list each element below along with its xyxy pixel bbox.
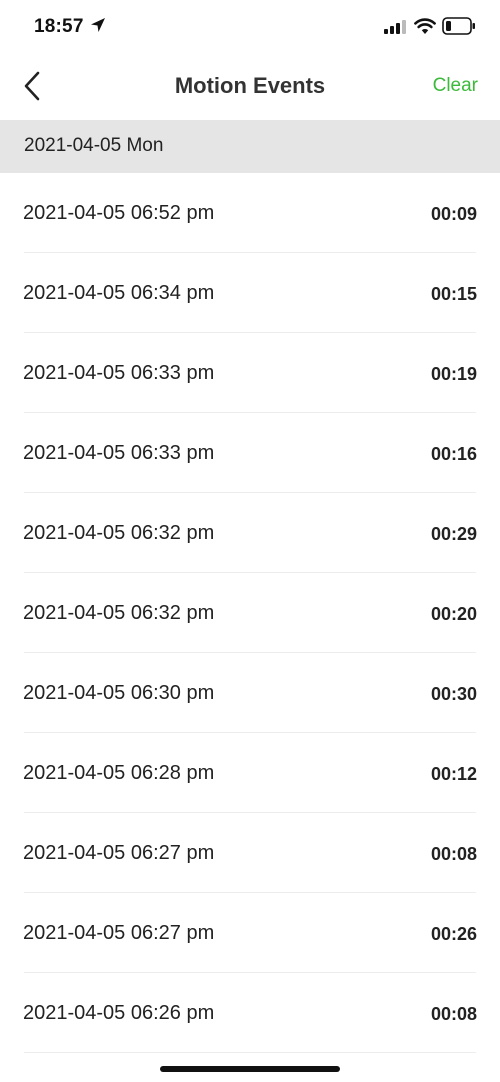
event-row[interactable]: 2021-04-05 06:28 pm 00:12 <box>0 733 500 813</box>
event-duration: 00:30 <box>430 684 477 704</box>
event-row[interactable]: 2021-04-05 06:27 pm 00:26 <box>0 893 500 973</box>
event-duration: 00:09 <box>430 204 477 224</box>
event-duration: 00:20 <box>430 604 477 624</box>
page-title: Motion Events <box>174 73 326 98</box>
event-timestamp: 2021-04-05 06:32 pm <box>23 522 215 544</box>
event-duration: 00:19 <box>430 364 477 384</box>
event-row[interactable]: 2021-04-05 06:33 pm 00:19 <box>0 333 500 413</box>
event-duration: 00:12 <box>430 764 477 784</box>
event-row[interactable]: 2021-04-05 06:32 pm 00:29 <box>0 493 500 573</box>
event-timestamp: 2021-04-05 06:28 pm <box>23 762 215 784</box>
event-duration: 00:15 <box>430 284 477 304</box>
event-timestamp: 2021-04-05 06:33 pm <box>23 442 215 464</box>
event-row[interactable]: 2021-04-05 06:52 pm 00:09 <box>0 173 500 253</box>
event-row[interactable]: 2021-04-05 06:27 pm 00:08 <box>0 813 500 893</box>
event-duration: 00:08 <box>430 1004 477 1024</box>
event-duration: 00:08 <box>430 844 477 864</box>
event-timestamp: 2021-04-05 06:30 pm <box>23 682 215 704</box>
event-row[interactable]: 2021-04-05 06:32 pm 00:20 <box>0 573 500 653</box>
event-timestamp: 2021-04-05 06:33 pm <box>23 362 215 384</box>
event-timestamp: 2021-04-05 06:26 pm <box>23 1002 215 1024</box>
date-section-header: 2021-04-05 Mon <box>0 120 500 173</box>
status-bar: 18:57 <box>0 0 500 56</box>
event-timestamp: 2021-04-05 06:34 pm <box>23 282 215 304</box>
motion-event-list: 2021-04-05 06:52 pm 00:09 2021-04-05 06:34… <box>0 173 500 1053</box>
event-row[interactable]: 2021-04-05 06:26 pm 00:08 <box>0 973 500 1053</box>
cellular-signal-icon <box>384 20 406 34</box>
wifi-icon <box>414 18 436 34</box>
event-duration: 00:16 <box>430 444 477 464</box>
battery-icon <box>442 17 475 35</box>
section-date-label: 2021-04-05 Mon <box>24 135 164 156</box>
location-arrow-icon <box>91 18 105 32</box>
event-row[interactable]: 2021-04-05 06:34 pm 00:15 <box>0 253 500 333</box>
event-timestamp: 2021-04-05 06:27 pm <box>23 842 215 864</box>
event-timestamp: 2021-04-05 06:52 pm <box>23 202 215 224</box>
event-duration: 00:26 <box>430 924 477 944</box>
event-timestamp: 2021-04-05 06:27 pm <box>23 922 215 944</box>
status-time: 18:57 <box>34 16 84 37</box>
event-row[interactable]: 2021-04-05 06:33 pm 00:16 <box>0 413 500 493</box>
event-timestamp: 2021-04-05 06:32 pm <box>23 602 215 624</box>
home-indicator[interactable] <box>160 1066 340 1072</box>
clear-button[interactable]: Clear <box>433 75 478 97</box>
event-duration: 00:29 <box>430 524 477 544</box>
event-row[interactable]: 2021-04-05 06:30 pm 00:30 <box>0 653 500 733</box>
nav-bar: Motion Events Clear <box>0 56 500 120</box>
